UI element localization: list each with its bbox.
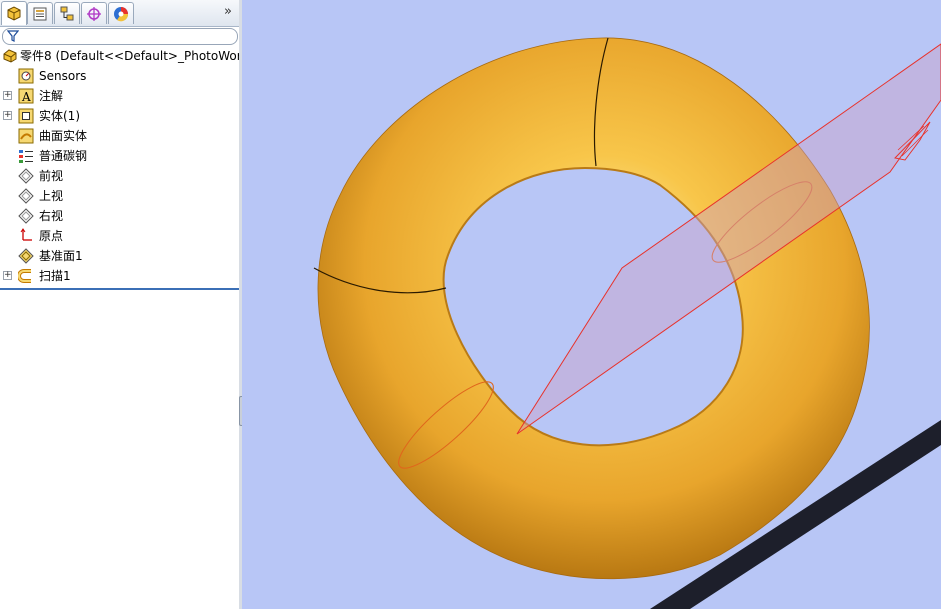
propertymanager-tab[interactable] xyxy=(27,2,53,24)
featuremanager-tab[interactable] xyxy=(1,1,27,25)
part-icon xyxy=(3,49,17,63)
graphics-viewport[interactable] xyxy=(242,0,941,609)
tree-item-front-plane[interactable]: 前视 xyxy=(0,166,239,186)
property-manager-icon xyxy=(33,7,47,20)
solid-bodies-icon xyxy=(18,108,34,124)
plane-icon xyxy=(18,168,34,184)
dimxpert-tab[interactable] xyxy=(81,2,107,24)
tree-item-label: 基准面1 xyxy=(39,249,83,263)
torus-outer-surface xyxy=(317,37,870,580)
part-name-label: 零件8 (Default<<Default>_PhotoWorl xyxy=(20,49,245,63)
filter-icon xyxy=(7,30,19,42)
tree-item-origin[interactable]: 原点 xyxy=(0,226,239,246)
manager-tab-strip: » xyxy=(0,0,239,27)
tree-item-reference-plane-1[interactable]: 基准面1 xyxy=(0,246,239,266)
dimxpert-icon xyxy=(87,6,101,21)
configuration-manager-icon xyxy=(60,6,74,20)
tree-item-label: 右视 xyxy=(39,209,64,223)
tree-item-sweep-1[interactable]: + 扫描1 xyxy=(0,266,239,286)
origin-icon xyxy=(20,228,32,241)
display-manager-tab[interactable] xyxy=(108,2,134,24)
feature-manager-icon xyxy=(7,5,21,21)
tree-item-label: 前视 xyxy=(39,169,64,183)
tree-item-material[interactable]: 普通碳钢 xyxy=(0,146,239,166)
expand-toggle[interactable]: + xyxy=(3,271,12,280)
tree-item-label: 上视 xyxy=(39,189,64,203)
tree-item-label: 扫描1 xyxy=(39,269,71,283)
tree-item-sensors[interactable]: Sensors xyxy=(0,66,239,86)
tree-item-label: 普通碳钢 xyxy=(39,149,88,163)
tree-item-label: 原点 xyxy=(39,229,64,243)
tree-item-right-plane[interactable]: 右视 xyxy=(0,206,239,226)
expand-toggle[interactable]: + xyxy=(3,91,12,100)
sensors-icon xyxy=(18,68,34,84)
tree-item-label: Sensors xyxy=(39,69,87,83)
sweep-feature-icon xyxy=(18,269,31,283)
tree-item-label: 实体(1) xyxy=(39,109,80,123)
material-icon xyxy=(19,150,33,163)
featuremanager-pane: » 零件8 (Default<<Default>_PhotoWorl Senso… xyxy=(0,0,245,609)
tree-root-part[interactable]: 零件8 (Default<<Default>_PhotoWorl xyxy=(0,46,245,66)
annotations-icon: A xyxy=(18,88,34,104)
surface-bodies-icon xyxy=(18,128,34,144)
tree-item-solid-bodies[interactable]: + 实体(1) xyxy=(0,106,239,126)
tree-item-annotations[interactable]: + A 注解 xyxy=(0,86,239,106)
reference-plane-icon xyxy=(18,248,34,264)
plane-icon xyxy=(18,208,34,224)
tree-item-surface-bodies[interactable]: 曲面实体 xyxy=(0,126,239,146)
tree-filter-input[interactable] xyxy=(2,28,238,45)
plane-icon xyxy=(18,188,34,204)
more-tabs-chevron[interactable]: » xyxy=(221,4,235,20)
model-scene xyxy=(313,37,941,609)
svg-text:A: A xyxy=(21,90,31,104)
tree-item-label: 注解 xyxy=(39,89,64,103)
configurationmanager-tab[interactable] xyxy=(54,2,80,24)
feature-tree: 零件8 (Default<<Default>_PhotoWorl Sensors… xyxy=(0,46,245,286)
tree-item-label: 曲面实体 xyxy=(39,129,88,143)
display-manager-icon xyxy=(114,6,129,21)
tree-item-top-plane[interactable]: 上视 xyxy=(0,186,239,206)
tree-rollback-bar[interactable] xyxy=(0,288,239,290)
expand-toggle[interactable]: + xyxy=(3,111,12,120)
